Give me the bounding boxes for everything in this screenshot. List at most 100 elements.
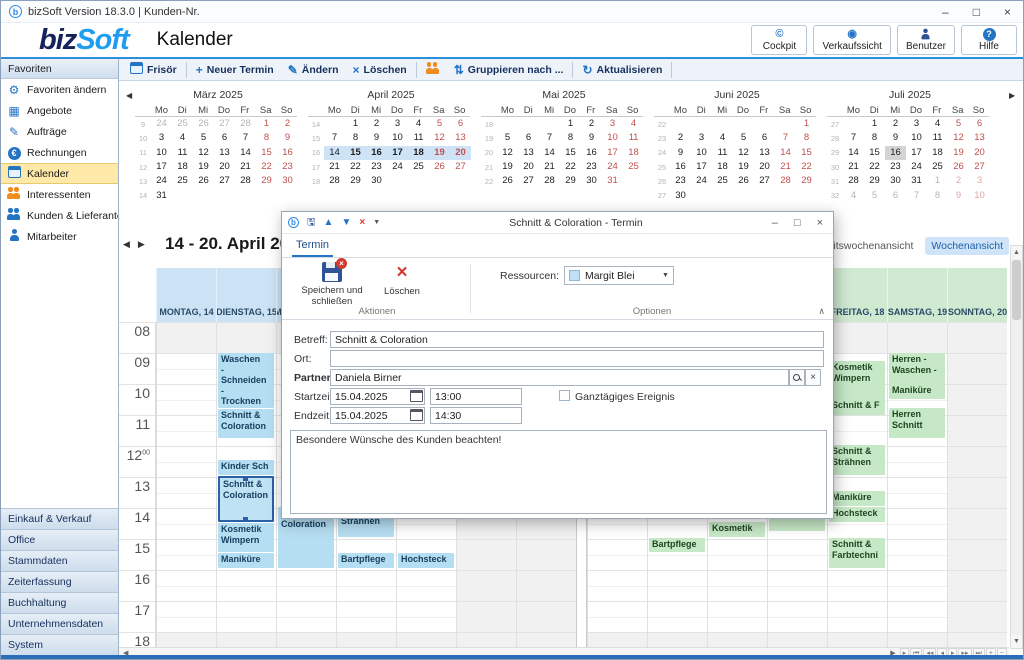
minical-day[interactable]: 3: [151, 131, 172, 145]
minical-day[interactable]: 18: [408, 146, 429, 160]
minical-day[interactable]: 28: [775, 174, 796, 188]
minical-day[interactable]: 11: [408, 131, 429, 145]
minical-day[interactable]: 21: [235, 160, 256, 174]
resize-handle-top[interactable]: [243, 477, 248, 481]
next-week-arrow-icon[interactable]: ▶: [138, 239, 153, 249]
appointment[interactable]: Hochsteck: [398, 553, 454, 568]
minical-day[interactable]: 4: [927, 117, 948, 131]
minical-day[interactable]: 30: [670, 189, 691, 203]
minical-day[interactable]: 18: [712, 160, 733, 174]
resource-dropdown[interactable]: Margit Blei ▼: [564, 266, 674, 285]
minical-day[interactable]: 12: [948, 131, 969, 145]
minical-day[interactable]: 11: [623, 131, 644, 145]
minical-day[interactable]: 29: [256, 174, 277, 188]
minical-day[interactable]: 7: [539, 131, 560, 145]
minical-day[interactable]: 5: [733, 131, 754, 145]
minical-day[interactable]: 9: [581, 131, 602, 145]
minical-day[interactable]: 2: [581, 117, 602, 131]
appointment[interactable]: HerrenSchnitt: [889, 408, 945, 438]
minical-day[interactable]: 19: [497, 160, 518, 174]
minical-day[interactable]: 16: [366, 146, 387, 160]
ort-input[interactable]: [330, 350, 824, 367]
sidebar-item-favoriten-ändern[interactable]: ⚙Favoriten ändern: [1, 79, 118, 100]
minical-day[interactable]: 19: [193, 160, 214, 174]
save-icon[interactable]: 🖫: [307, 212, 316, 234]
minical-day[interactable]: 27: [754, 174, 775, 188]
header-button-hilfe[interactable]: ?Hilfe: [961, 25, 1017, 55]
minical-day[interactable]: 5: [864, 189, 885, 203]
minical-day[interactable]: 12: [429, 131, 450, 145]
minical-day[interactable]: 29: [796, 174, 817, 188]
sidebar-section-office[interactable]: Office: [1, 529, 118, 550]
allday-checkbox[interactable]: [559, 390, 570, 401]
minical-day[interactable]: 12: [193, 146, 214, 160]
minical-day[interactable]: 14: [324, 146, 345, 160]
minical-day[interactable]: 2: [366, 117, 387, 131]
minical-day[interactable]: 27: [450, 160, 471, 174]
minical-day[interactable]: 26: [948, 160, 969, 174]
appointment[interactable]: Maniküre: [829, 491, 885, 506]
minical-day[interactable]: 30: [277, 174, 298, 188]
minical-day[interactable]: 6: [450, 117, 471, 131]
dialog-close-icon[interactable]: ×: [817, 217, 823, 229]
close-icon[interactable]: ×: [1004, 1, 1011, 23]
minical-day[interactable]: 30: [885, 174, 906, 188]
minical-day[interactable]: 31: [602, 174, 623, 188]
minical-day[interactable]: 7: [906, 189, 927, 203]
delete-icon[interactable]: ×: [359, 212, 365, 234]
minical-day[interactable]: 9: [948, 189, 969, 203]
appointment[interactable]: Schnitt &Strähnen: [829, 445, 885, 475]
minical-day[interactable]: 1: [560, 117, 581, 131]
minical-day[interactable]: 20: [518, 160, 539, 174]
minical-day[interactable]: 5: [948, 117, 969, 131]
minical-day[interactable]: 25: [408, 160, 429, 174]
minical-day[interactable]: 27: [214, 117, 235, 131]
minical-day[interactable]: 8: [864, 131, 885, 145]
minical-day[interactable]: 23: [581, 160, 602, 174]
sidebar-item-aufträge[interactable]: ✎Aufträge: [1, 121, 118, 142]
day-header[interactable]: MONTAG, 14: [156, 268, 216, 322]
minical-day[interactable]: 25: [712, 174, 733, 188]
minical-day[interactable]: 20: [969, 146, 990, 160]
minimize-icon[interactable]: –: [942, 1, 949, 23]
minical-day[interactable]: 26: [193, 117, 214, 131]
toolbar-button-gruppe[interactable]: [419, 60, 447, 80]
day-header[interactable]: SONNTAG, 20: [947, 268, 1007, 322]
minical-day[interactable]: 21: [539, 160, 560, 174]
dialog-maximize-icon[interactable]: □: [794, 217, 801, 229]
minical-day[interactable]: 7: [775, 131, 796, 145]
vertical-scrollbar[interactable]: ▲▼: [1010, 245, 1023, 649]
minical-day[interactable]: 7: [843, 131, 864, 145]
minical-day[interactable]: 2: [885, 117, 906, 131]
minical-day[interactable]: 23: [885, 160, 906, 174]
appointment[interactable]: Schnitt & F: [829, 399, 885, 415]
sidebar-item-rechnungen[interactable]: €Rechnungen: [1, 142, 118, 163]
sidebar-item-kalender[interactable]: Kalender: [1, 163, 118, 184]
minical-day[interactable]: 14: [843, 146, 864, 160]
minical-day[interactable]: 24: [151, 174, 172, 188]
header-button-benutzer[interactable]: Benutzer: [897, 25, 955, 55]
day-header[interactable]: FREITAG, 18: [827, 268, 887, 322]
minical-day[interactable]: 3: [906, 117, 927, 131]
minical-day[interactable]: 23: [366, 160, 387, 174]
minical-day[interactable]: 14: [235, 146, 256, 160]
minical-day[interactable]: 24: [691, 174, 712, 188]
sidebar-item-mitarbeiter[interactable]: Mitarbeiter: [1, 226, 118, 247]
day-header[interactable]: DIENSTAG, 15: [216, 268, 276, 322]
minical-day[interactable]: 22: [256, 160, 277, 174]
minical-day[interactable]: 31: [906, 174, 927, 188]
minical-day[interactable]: 6: [518, 131, 539, 145]
minical-day[interactable]: 3: [602, 117, 623, 131]
partner-search-button[interactable]: [789, 369, 805, 386]
minical-day[interactable]: 26: [193, 174, 214, 188]
minical-day[interactable]: 28: [235, 117, 256, 131]
minical-day[interactable]: 19: [948, 146, 969, 160]
minical-day[interactable]: 28: [235, 174, 256, 188]
header-button-verkaufssicht[interactable]: ◉Verkaufssicht: [813, 25, 890, 55]
minical-day[interactable]: 28: [324, 174, 345, 188]
minical-day[interactable]: 12: [497, 146, 518, 160]
minical-day[interactable]: 24: [151, 117, 172, 131]
minical-day[interactable]: 31: [151, 189, 172, 203]
sidebar-item-kunden-lieferanten[interactable]: Kunden & Lieferanten: [1, 205, 118, 226]
minical-day[interactable]: 10: [691, 146, 712, 160]
